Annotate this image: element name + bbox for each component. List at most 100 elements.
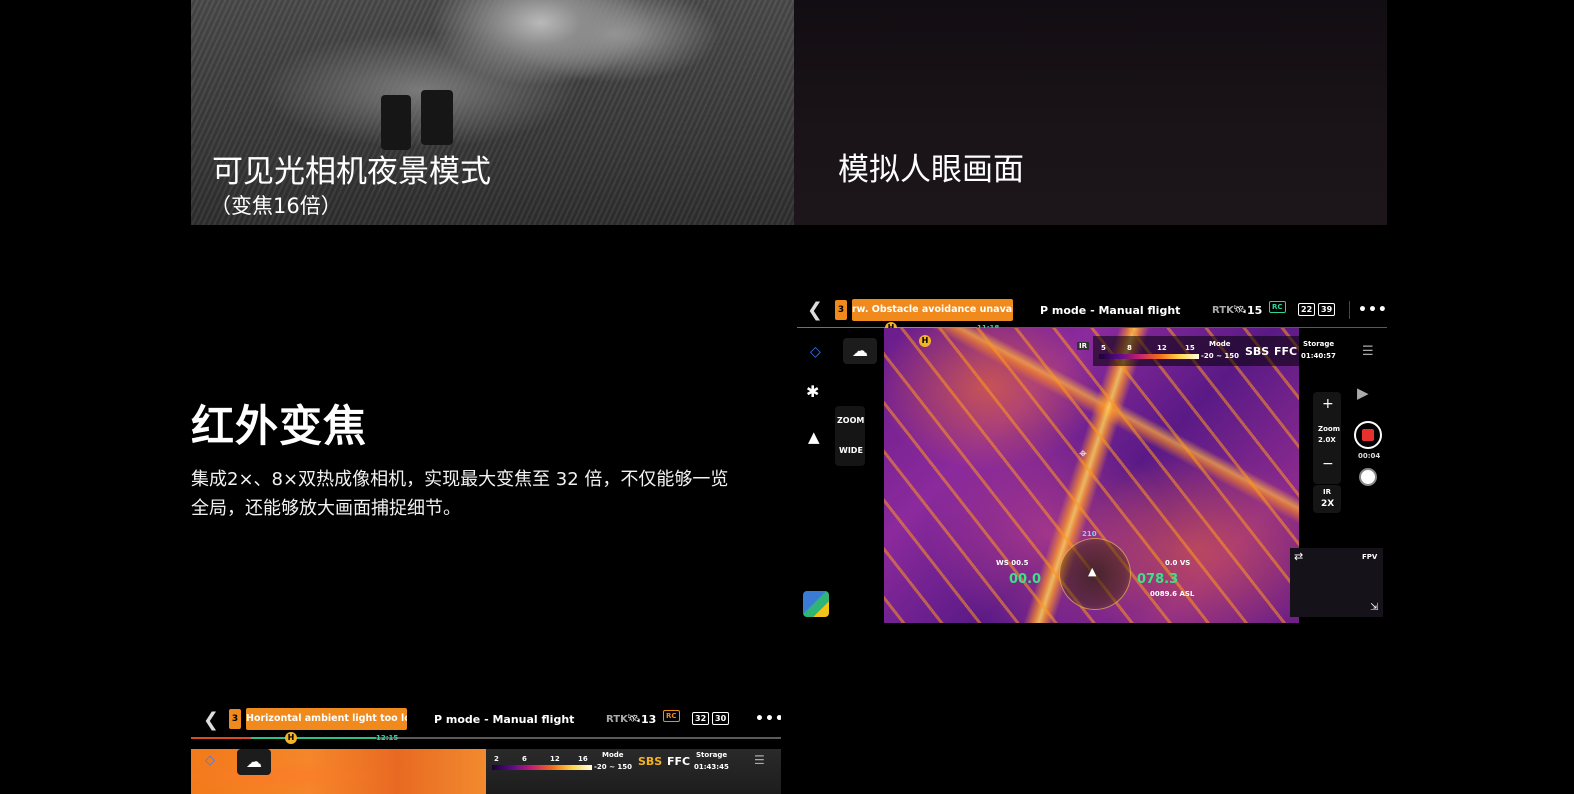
sbs-button[interactable]: SBS xyxy=(1245,345,1269,358)
palette-tick: 2 xyxy=(494,755,499,763)
photo-caption-left: 可见光相机夜景模式 xyxy=(212,154,491,190)
palette-tick: 12 xyxy=(1157,344,1167,352)
satellite-icon: 🛰 xyxy=(1233,303,1247,316)
divider xyxy=(1349,301,1350,319)
palette-tick: 8 xyxy=(1127,344,1132,352)
palette-tick: 16 xyxy=(578,755,588,763)
more-menu-button[interactable]: ••• xyxy=(1358,302,1387,318)
altitude-asl: 0089.6 ASL xyxy=(1150,590,1195,598)
palette-gradient xyxy=(492,765,592,770)
night-mode-photo: 可见光相机夜景模式 （变焦16倍） xyxy=(191,0,794,225)
left-toolbar: ◇ ☁ ✱ ▲ ZOOM WIDE xyxy=(797,328,884,623)
timeline-time: 12:15 xyxy=(376,734,399,742)
shutter-button[interactable] xyxy=(1359,468,1377,486)
expand-icon[interactable]: ⇲ xyxy=(1370,602,1378,613)
home-point-marker: H xyxy=(285,732,297,744)
gimbal-icon[interactable]: ✱ xyxy=(806,382,819,401)
battery-timeline-green xyxy=(251,737,376,739)
visible-camera-feed[interactable]: 2 6 12 16 Mode -20 ~ 150 SBS FFC Storage… xyxy=(486,749,781,794)
ffc-button[interactable]: FFC xyxy=(1274,345,1297,358)
map-icon[interactable] xyxy=(803,591,829,617)
warning-banner[interactable]: rw. Obstacle avoidance unavailabl xyxy=(852,299,1013,321)
ir-tag: IR xyxy=(1077,342,1089,350)
storage-box: Storage 01:40:57 xyxy=(1299,336,1339,366)
palette-tick: 15 xyxy=(1185,344,1195,352)
human-eye-photo: 模拟人眼画面 xyxy=(794,0,1387,225)
satellite-icon: 🛰 xyxy=(627,712,641,725)
storage-label: Storage xyxy=(1303,340,1335,348)
palette-gradient xyxy=(1099,354,1199,359)
photo-silhouette xyxy=(421,90,453,145)
wide-lens-button[interactable]: WIDE xyxy=(839,446,863,455)
photo-silhouette xyxy=(381,95,411,150)
battery-timeline-grey xyxy=(376,737,781,739)
vision-sensor-icon[interactable]: ◇ xyxy=(205,753,215,768)
photo-subcaption-left: （变焦16倍） xyxy=(210,194,342,218)
vertical-speed: 0.0 VS xyxy=(1165,559,1191,567)
sbs-button[interactable]: SBS xyxy=(638,755,662,768)
mode-range: -20 ~ 150 xyxy=(1201,352,1239,360)
rc-battery: 32 xyxy=(692,712,710,725)
zoom-out-button[interactable]: − xyxy=(1322,456,1334,472)
home-point-icon: H xyxy=(919,335,931,347)
flight-mode-label[interactable]: P mode - Manual flight xyxy=(1040,304,1180,317)
mode-label: Mode xyxy=(1209,340,1231,348)
ffc-button[interactable]: FFC xyxy=(667,755,690,768)
back-chevron-icon[interactable]: ❮ xyxy=(203,709,219,731)
camera-mode-icon[interactable]: ▶ xyxy=(1357,384,1369,402)
drone-app-screenshot-2: ❮ 3 Horizontal ambient light too low. P … xyxy=(191,704,781,794)
section-heading: 红外变焦 xyxy=(191,402,367,452)
storage-value: 01:40:57 xyxy=(1301,352,1336,360)
zoom-wide-panel: ZOOM WIDE xyxy=(835,406,865,466)
thermal-camera-feed[interactable]: ◇ ☁ xyxy=(191,749,486,794)
zoom-lens-button[interactable]: ZOOM xyxy=(837,416,864,425)
settings-sliders-icon[interactable]: ☰ xyxy=(1362,344,1374,359)
more-menu-button[interactable]: ••• xyxy=(755,711,781,727)
flight-mode-label[interactable]: P mode - Manual flight xyxy=(434,713,574,726)
zoom-control: + Zoom 2.0X − xyxy=(1313,392,1341,484)
aircraft-icon: ▲ xyxy=(1088,565,1097,578)
record-time: 00:04 xyxy=(1358,452,1381,460)
wind-speed: WS 00.5 xyxy=(996,559,1029,567)
thermal-camera-feed[interactable]: H ⌖ WS 00.5 00.0 ▲ 210 0.0 VS 078.3 0089… xyxy=(884,328,1299,623)
zoom-value[interactable]: 2.0X xyxy=(1318,436,1336,444)
rc-battery: 22 xyxy=(1298,303,1316,316)
storage-value: 01:43:45 xyxy=(694,763,729,771)
settings-sliders-icon[interactable]: ☰ xyxy=(754,753,765,767)
warning-count-badge[interactable]: 3 xyxy=(229,709,241,729)
ir-zoom-label: IR xyxy=(1323,488,1331,496)
thermal-palette-box[interactable]: IR 5 8 12 15 Mode -20 ~ 150 SBS FFC xyxy=(1077,336,1299,366)
cloud-icon[interactable]: ☁ xyxy=(237,749,271,775)
warning-banner[interactable]: Horizontal ambient light too low. xyxy=(246,708,407,730)
satellite-count: 15 xyxy=(1247,304,1263,317)
ir-zoom-value: 2X xyxy=(1321,499,1335,509)
fpv-window[interactable]: ⇄ FPV ⇲ xyxy=(1290,548,1383,617)
rc-signal-badge[interactable]: RC xyxy=(663,710,680,722)
palette-tick: 12 xyxy=(550,755,560,763)
warning-count-badge[interactable]: 3 xyxy=(835,300,847,320)
back-chevron-icon[interactable]: ❮ xyxy=(807,299,823,321)
palette-tick: 6 xyxy=(522,755,527,763)
zoom-label: Zoom xyxy=(1318,425,1340,433)
ir-zoom-box[interactable]: IR 2X xyxy=(1313,485,1341,513)
rc-signal-badge[interactable]: RC xyxy=(1269,301,1286,313)
cloud-icon[interactable]: ☁ xyxy=(843,338,877,364)
mode-range: -20 ~ 150 xyxy=(594,763,632,771)
rtk-label[interactable]: RTK xyxy=(1212,305,1234,316)
fpv-label: FPV xyxy=(1362,553,1378,561)
swap-view-icon[interactable]: ⇄ xyxy=(1294,550,1303,563)
rtk-label[interactable]: RTK xyxy=(606,714,628,725)
battery-timeline-red xyxy=(191,737,251,739)
flight-direction-icon[interactable]: ▲ xyxy=(808,428,820,446)
aircraft-battery: 30 xyxy=(712,712,730,725)
storage-label: Storage xyxy=(696,751,728,759)
top-bar: ❮ 3 rw. Obstacle avoidance unavailabl P … xyxy=(797,292,1387,328)
attitude-compass: ▲ xyxy=(1059,538,1131,610)
drone-app-screenshot: ❮ 3 rw. Obstacle avoidance unavailabl P … xyxy=(797,292,1387,623)
vision-sensor-icon[interactable]: ◇ xyxy=(810,344,821,360)
zoom-in-button[interactable]: + xyxy=(1322,396,1334,412)
palette-low: 5 xyxy=(1101,344,1106,352)
record-stop-icon xyxy=(1362,429,1374,441)
horizontal-speed: 00.0 xyxy=(1009,572,1042,587)
altitude-readout: 078.3 xyxy=(1137,572,1179,587)
